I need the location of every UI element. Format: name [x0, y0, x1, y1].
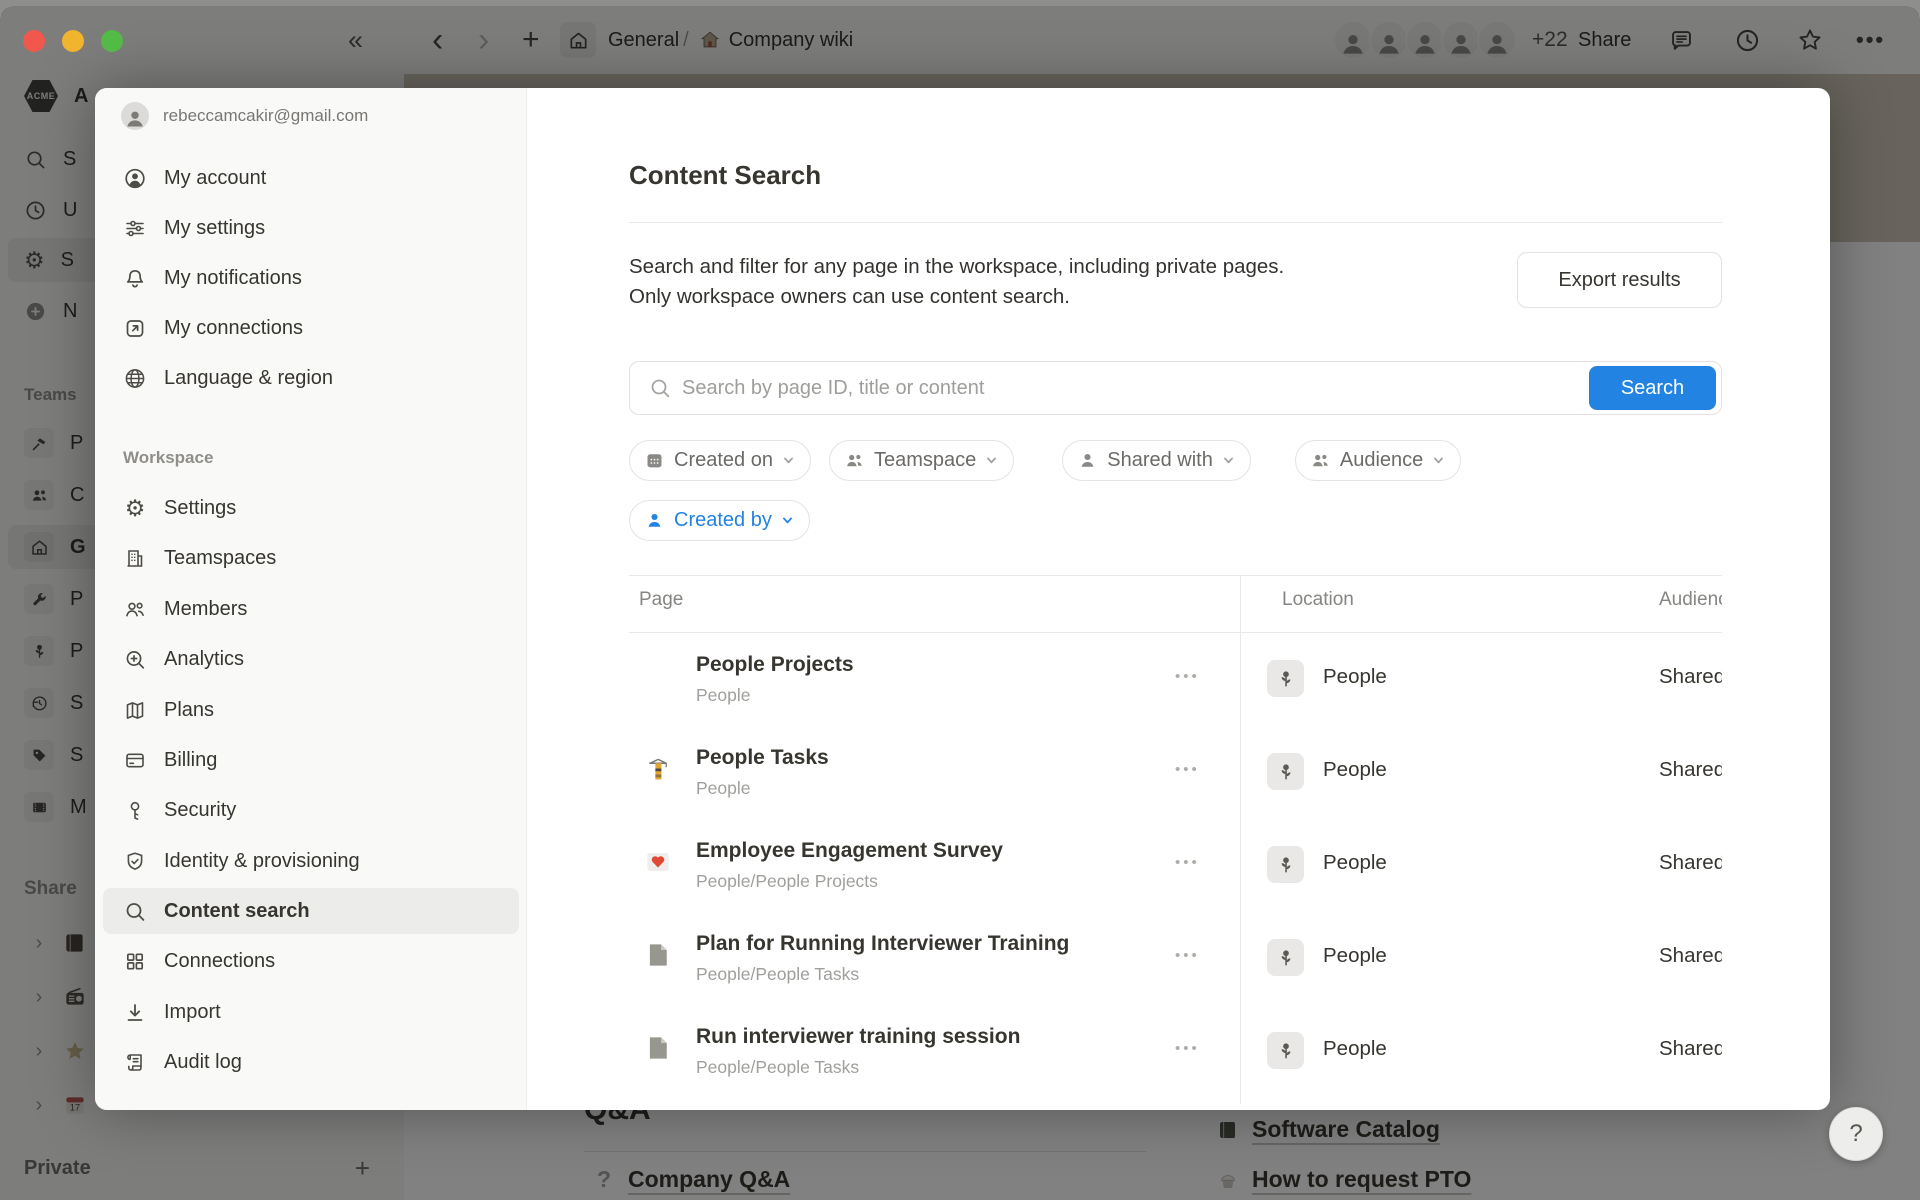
magnifier-plus-icon [123, 647, 147, 671]
teamspace-flower-icon [1267, 1032, 1304, 1069]
page-icon [643, 940, 673, 970]
chevron-down-icon [1221, 453, 1236, 468]
cloud-icon [643, 661, 673, 691]
settings-item-my-account[interactable]: My account [103, 155, 519, 201]
search-icon [123, 899, 147, 923]
active-filter-row: Created by [629, 500, 810, 541]
sliders-icon [123, 216, 147, 240]
workspace-section-header: Workspace [123, 448, 213, 468]
row-more-icon[interactable]: ••• [1175, 761, 1200, 778]
column-header-page[interactable]: Page [639, 589, 683, 611]
account-row: rebeccamcakir@gmail.com [121, 102, 368, 130]
settings-item-connections[interactable]: Connections [103, 938, 519, 984]
globe-icon [123, 366, 147, 390]
chevron-down-icon [1431, 453, 1446, 468]
table-row[interactable]: Plan for Running Interviewer Training Pe… [629, 911, 1722, 1004]
chevron-down-icon [781, 453, 796, 468]
table-row[interactable]: People Tasks People ••• People Shared [629, 725, 1722, 818]
person-icon [644, 510, 665, 531]
bell-icon [123, 266, 147, 290]
chevron-down-icon [780, 513, 795, 528]
row-more-icon[interactable]: ••• [1175, 668, 1200, 685]
search-icon [648, 376, 672, 400]
search-button[interactable]: Search [1589, 366, 1716, 410]
row-more-icon[interactable]: ••• [1175, 854, 1200, 871]
members-icon [123, 597, 147, 621]
shield-check-icon [123, 849, 147, 873]
gear-icon: ⚙ [123, 496, 147, 520]
teamspace-flower-icon [1267, 939, 1304, 976]
filter-chips-row: Created on Teamspace Shared with Audienc… [629, 440, 1461, 481]
chevron-down-icon [984, 453, 999, 468]
people-icon [844, 450, 865, 471]
content-search-panel: Content Search Search and filter for any… [527, 88, 1830, 1110]
people-icon [1310, 450, 1331, 471]
export-results-button[interactable]: Export results [1517, 252, 1722, 308]
settings-item-teamspaces[interactable]: Teamspaces [103, 535, 519, 581]
row-more-icon[interactable]: ••• [1175, 1040, 1200, 1057]
grid-icon [123, 949, 147, 973]
settings-item-settings[interactable]: ⚙ Settings [103, 485, 519, 531]
key-icon [123, 798, 147, 822]
person-circle-icon [123, 166, 147, 190]
settings-item-audit-log[interactable]: Audit log [103, 1039, 519, 1085]
crane-icon [643, 754, 673, 784]
import-arrow-icon [123, 1000, 147, 1024]
person-icon [1077, 450, 1098, 471]
teamspace-flower-icon [1267, 660, 1304, 697]
map-icon [123, 698, 147, 722]
credit-card-icon [123, 748, 147, 772]
column-header-location[interactable]: Location [1282, 589, 1354, 611]
search-bar: Search [629, 361, 1722, 415]
teamspace-flower-icon [1267, 846, 1304, 883]
settings-item-my-notifications[interactable]: My notifications [103, 255, 519, 301]
account-email: rebeccamcakir@gmail.com [163, 106, 368, 126]
filter-created-on[interactable]: Created on [629, 440, 811, 481]
divider [629, 222, 1722, 223]
close-window-button[interactable] [23, 30, 45, 52]
app-window: « ‹ › + General / Company wiki +22 Share… [0, 6, 1920, 1200]
help-button[interactable]: ? [1829, 1107, 1883, 1161]
table-row[interactable]: Run interviewer training session People/… [629, 1004, 1722, 1097]
page-icon [643, 1033, 673, 1063]
settings-modal: rebeccamcakir@gmail.com My account My se… [95, 88, 1830, 1110]
column-header-audience[interactable]: Audience [1659, 589, 1722, 611]
calendar-icon [644, 450, 665, 471]
settings-item-my-settings[interactable]: My settings [103, 205, 519, 251]
settings-item-language-region[interactable]: Language & region [103, 355, 519, 401]
building-icon [123, 546, 147, 570]
settings-item-content-search[interactable]: Content search [103, 888, 519, 934]
filter-audience[interactable]: Audience [1295, 440, 1461, 481]
settings-item-plans[interactable]: Plans [103, 687, 519, 733]
settings-item-identity-provisioning[interactable]: Identity & provisioning [103, 838, 519, 884]
settings-item-my-connections[interactable]: My connections [103, 305, 519, 351]
settings-item-billing[interactable]: Billing [103, 737, 519, 783]
teamspace-flower-icon [1267, 753, 1304, 790]
settings-item-security[interactable]: Security [103, 787, 519, 833]
minimize-window-button[interactable] [62, 30, 84, 52]
row-more-icon[interactable]: ••• [1175, 947, 1200, 964]
settings-item-members[interactable]: Members [103, 586, 519, 632]
table-top-border [629, 575, 1722, 576]
table-row[interactable]: People Projects People ••• People Shared [629, 632, 1722, 725]
heart-card-icon [643, 847, 673, 877]
table-row[interactable]: Employee Engagement Survey People/People… [629, 818, 1722, 911]
page-title: Content Search [629, 160, 821, 191]
settings-item-analytics[interactable]: Analytics [103, 636, 519, 682]
scroll-icon [123, 1050, 147, 1074]
filter-shared-with[interactable]: Shared with [1062, 440, 1251, 481]
page-description: Search and filter for any page in the wo… [629, 252, 1284, 312]
account-avatar [121, 102, 149, 130]
settings-sidebar: rebeccamcakir@gmail.com My account My se… [95, 88, 527, 1110]
settings-item-import[interactable]: Import [103, 989, 519, 1035]
filter-teamspace[interactable]: Teamspace [829, 440, 1014, 481]
filter-created-by[interactable]: Created by [629, 500, 810, 541]
search-input[interactable] [682, 377, 1579, 400]
external-link-icon [123, 316, 147, 340]
zoom-window-button[interactable] [101, 30, 123, 52]
